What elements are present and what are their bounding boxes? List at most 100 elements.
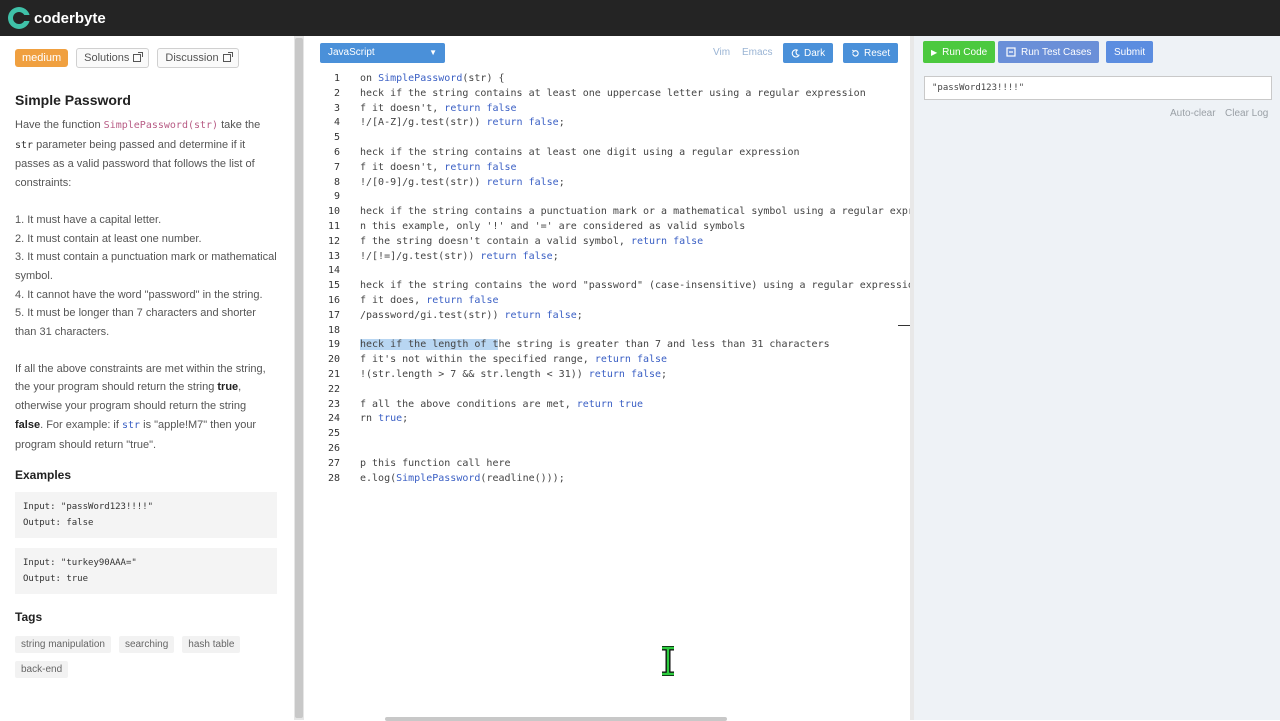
code-line[interactable]: 14 xyxy=(310,265,910,280)
reset-icon xyxy=(852,49,859,57)
code-line[interactable]: 9 xyxy=(310,191,910,206)
code-line[interactable]: 17/password/gi.test(str)) return false; xyxy=(310,310,910,325)
text-cursor-icon xyxy=(662,646,674,676)
logo-text[interactable]: coderbyte xyxy=(34,10,106,27)
code-line[interactable]: 20 f it's not within the specified range,… xyxy=(310,354,910,369)
external-link-icon xyxy=(133,52,144,62)
tag-item[interactable]: string manipulation xyxy=(15,636,111,654)
reset-button[interactable]: Reset xyxy=(843,43,899,63)
line-number: 22 xyxy=(327,383,340,395)
console-panel: ▶ Run Code Run Test Cases Submit "passWo… xyxy=(914,36,1280,720)
line-text: !/[0-9]/g.test(str)) return false; xyxy=(360,176,565,188)
line-number: 28 xyxy=(327,472,340,484)
code-line[interactable]: 7 f it doesn't, return false xyxy=(310,162,910,177)
line-text: !/[!=]/g.test(str)) return false; xyxy=(360,250,559,262)
run-code-button[interactable]: ▶ Run Code xyxy=(923,41,996,63)
tag-item[interactable]: hash table xyxy=(182,636,241,654)
coderbyte-logo-icon[interactable] xyxy=(8,7,30,29)
discussion-button[interactable]: Discussion xyxy=(157,48,239,68)
code-line[interactable]: 15 heck if the string contains the word "… xyxy=(310,280,910,295)
code-line[interactable]: 27 p this function call here xyxy=(310,458,910,473)
tag-item[interactable]: searching xyxy=(118,636,175,654)
code-editor: JavaScript ▼ Vim Emacs Dark Reset 1 on Si… xyxy=(310,36,910,721)
problem-description: Have the function SimplePassword(str) ta… xyxy=(15,116,277,193)
code-line[interactable]: 4 !/[A-Z]/g.test(str)) return false; xyxy=(310,117,910,132)
clear-log-button[interactable]: Clear Log xyxy=(1225,108,1268,119)
external-link-icon xyxy=(222,52,233,62)
line-number: 1 xyxy=(333,73,340,84)
constraint-item: 3. It must contain a punctuation mark or… xyxy=(15,251,277,282)
code-line[interactable]: 25 xyxy=(310,428,910,443)
code-line[interactable]: 16 f it does, return false xyxy=(310,295,910,310)
param-name: str xyxy=(15,139,34,151)
code-line[interactable]: 21 !(str.length > 7 && str.length < 31)) … xyxy=(310,369,910,384)
line-number: 8 xyxy=(333,176,340,188)
function-signature: SimplePassword(str) xyxy=(103,120,219,131)
language-select[interactable]: JavaScript ▼ xyxy=(320,43,445,63)
tags-heading: Tags xyxy=(15,610,43,625)
editor-horizontal-scrollbar[interactable] xyxy=(385,717,727,721)
run-code-label: Run Code xyxy=(942,46,988,58)
problem-scrollbar[interactable] xyxy=(294,36,304,720)
line-text: e.log(SimplePassword(readline())); xyxy=(360,472,565,484)
code-line[interactable]: 23 f all the above conditions are met, re… xyxy=(310,399,910,414)
line-text: f all the above conditions are met, retu… xyxy=(360,398,643,410)
line-number: 17 xyxy=(327,309,340,321)
code-line[interactable]: 6 heck if the string contains at least on… xyxy=(310,147,910,162)
line-number: 18 xyxy=(327,324,340,336)
line-text: f the string doesn't contain a valid sym… xyxy=(360,235,704,247)
line-text: !(str.length > 7 && str.length < 31)) re… xyxy=(360,369,668,380)
submit-label: Submit xyxy=(1114,46,1146,58)
dark-label: Dark xyxy=(804,47,826,59)
vim-toggle[interactable]: Vim xyxy=(713,47,730,58)
tag-list: string manipulation searching hash table… xyxy=(15,636,277,679)
intro-text: Have the function xyxy=(15,119,104,131)
code-line[interactable]: 10 heck if the string contains a punctuat… xyxy=(310,206,910,221)
line-text: f it does, return false xyxy=(360,295,499,306)
tag-item[interactable]: back-end xyxy=(15,661,69,679)
problem-header: medium Solutions Discussion xyxy=(15,46,277,70)
intro-text: take the xyxy=(218,119,261,131)
code-line[interactable]: 3 f it doesn't, return false xyxy=(310,103,910,118)
constraint-item: 2. It must contain at least one number. xyxy=(15,232,202,245)
code-line[interactable]: 22 xyxy=(310,384,910,399)
auto-clear-toggle[interactable]: Auto-clear xyxy=(1170,108,1216,119)
code-line[interactable]: 2 heck if the string contains at least on… xyxy=(310,88,910,103)
line-text: rn true; xyxy=(360,413,409,425)
code-line[interactable]: 26 xyxy=(310,443,910,458)
line-ruler xyxy=(898,325,910,326)
submit-button[interactable]: Submit xyxy=(1106,41,1154,63)
code-line[interactable]: 19 heck if the length of the string is gr… xyxy=(310,339,910,354)
code-line[interactable]: 18 xyxy=(310,325,910,340)
line-text: heck if the string contains a punctuatio… xyxy=(360,206,910,218)
run-test-cases-button[interactable]: Run Test Cases xyxy=(998,41,1100,63)
intro-text: parameter being passed and determine if … xyxy=(15,138,255,190)
dark-theme-button[interactable]: Dark xyxy=(783,43,834,63)
line-text: heck if the string contains at least one… xyxy=(360,87,866,99)
code-line[interactable]: 1 on SimplePassword(str) { xyxy=(310,73,910,88)
scrollbar-thumb[interactable] xyxy=(295,38,303,718)
solutions-button[interactable]: Solutions xyxy=(76,48,150,68)
code-line[interactable]: 12 f the string doesn't contain a valid s… xyxy=(310,236,910,251)
run-tests-label: Run Test Cases xyxy=(1021,46,1092,58)
problem-outro: If all the above constraints are met wit… xyxy=(15,360,277,455)
code-line[interactable]: 28 e.log(SimplePassword(readline())); xyxy=(310,473,910,488)
console-input[interactable]: "passWord123!!!!" xyxy=(924,76,1272,100)
solutions-label: Solutions xyxy=(84,52,130,64)
outro-true: true xyxy=(217,381,239,394)
code-line[interactable]: 5 xyxy=(310,132,910,147)
code-line[interactable]: 24 rn true; xyxy=(310,413,910,428)
line-number: 21 xyxy=(327,369,340,380)
code-line[interactable]: 11 n this example, only '!' and '=' are c… xyxy=(310,221,910,236)
problem-title: Simple Password xyxy=(15,92,131,108)
line-text: heck if the string contains the word "pa… xyxy=(360,280,910,292)
line-text: !/[A-Z]/g.test(str)) return false; xyxy=(360,117,565,129)
line-number: 12 xyxy=(327,235,340,247)
code-line[interactable]: 13 !/[!=]/g.test(str)) return false; xyxy=(310,251,910,266)
example-block: Input: "passWord123!!!!" Output: false xyxy=(15,492,277,539)
code-line[interactable]: 8 !/[0-9]/g.test(str)) return false; xyxy=(310,177,910,192)
emacs-toggle[interactable]: Emacs xyxy=(742,47,773,58)
line-text: n this example, only '!' and '=' are con… xyxy=(360,221,746,232)
line-number: 13 xyxy=(327,250,340,262)
code-area[interactable]: 1 on SimplePassword(str) {2 heck if the st… xyxy=(310,73,910,703)
